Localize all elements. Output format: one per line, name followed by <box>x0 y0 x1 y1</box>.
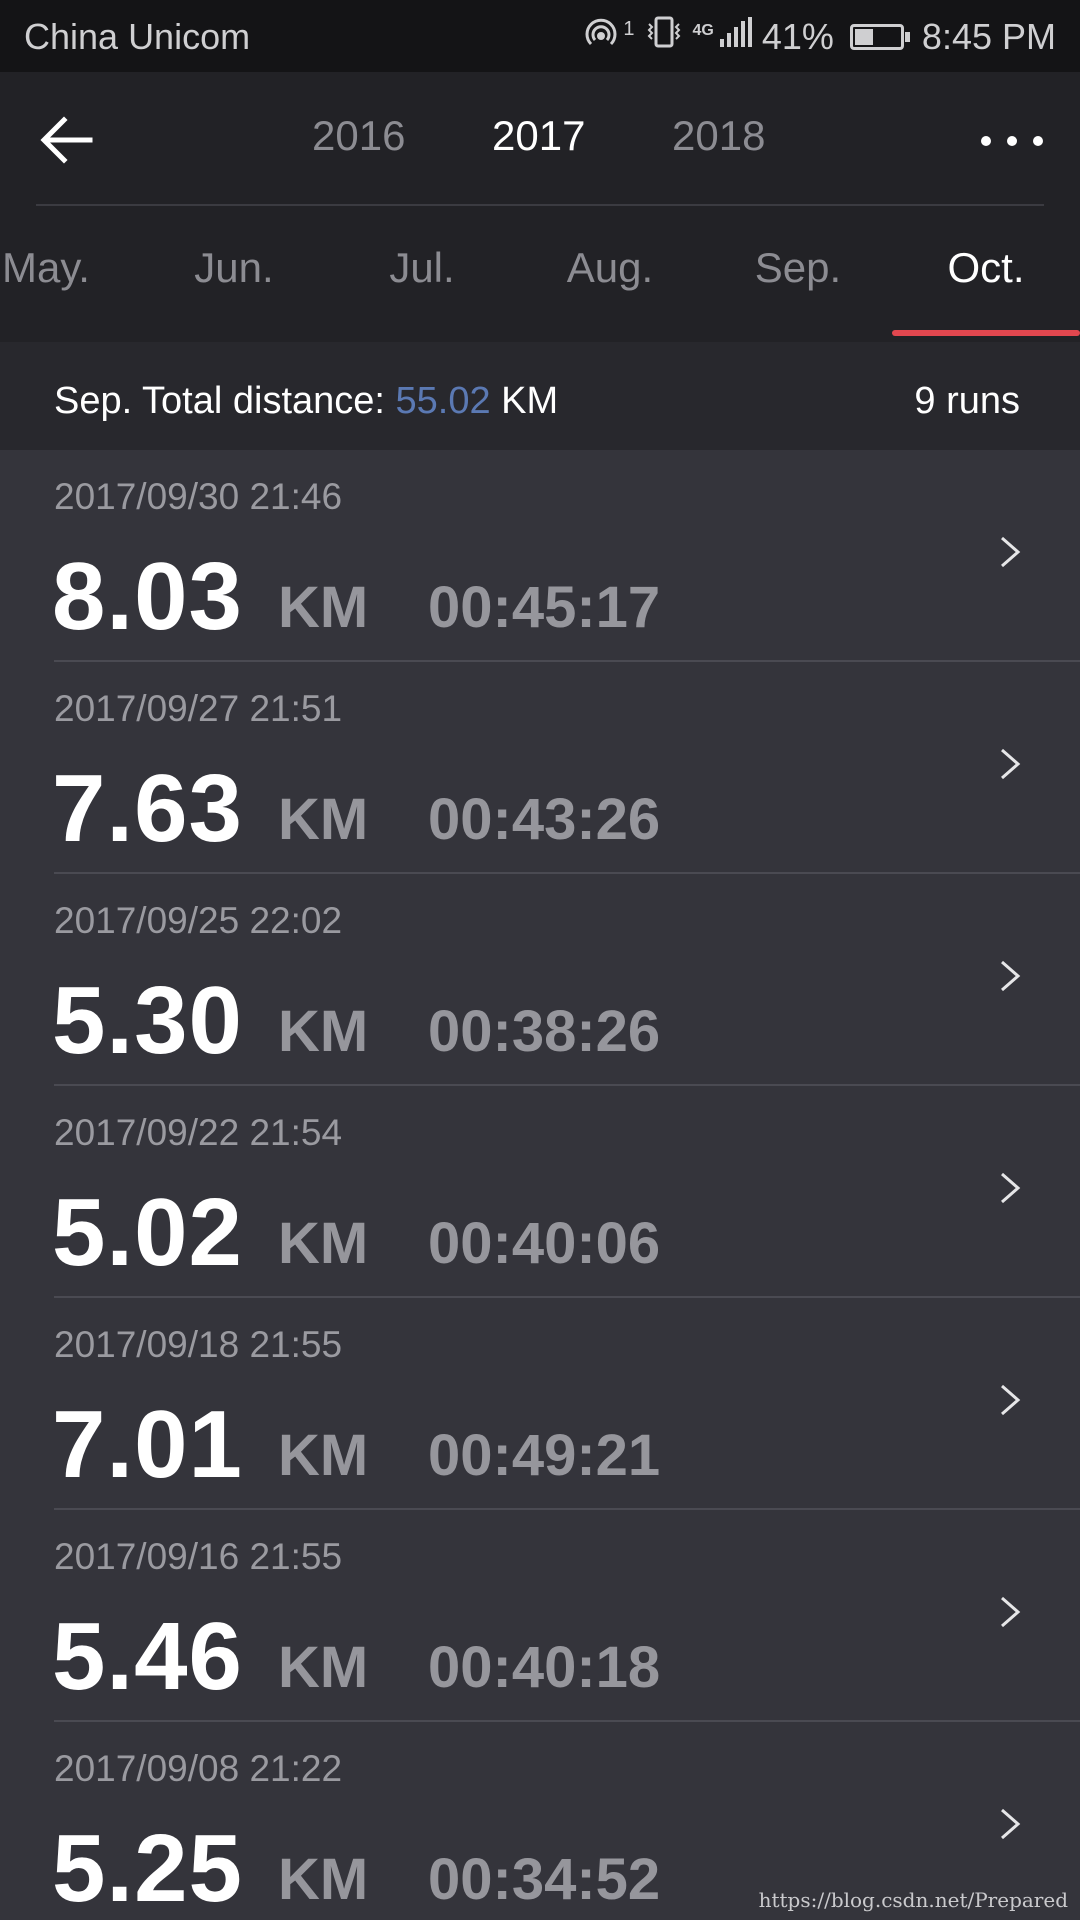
year-tab-2018[interactable]: 2018 <box>672 112 765 160</box>
run-list: 2017/09/30 21:46 8.03 KM 00:45:17 2017/0… <box>0 450 1080 1920</box>
more-options-button[interactable] <box>972 116 1052 166</box>
run-date: 2017/09/16 21:55 <box>54 1536 343 1577</box>
hotspot-badge: 1 <box>623 18 635 40</box>
run-date: 2017/09/27 21:51 <box>54 688 343 729</box>
battery-level <box>854 28 873 45</box>
watermark: https://blog.csdn.net/Prepared <box>758 1888 1068 1912</box>
month-tab-may[interactable]: May. <box>2 244 90 292</box>
run-distance-unit: KM <box>278 1635 369 1700</box>
total-distance-value: 55.02 <box>395 380 491 422</box>
run-distance: 5.02 <box>52 1179 243 1286</box>
run-item[interactable]: 2017/09/25 22:02 5.30 KM 00:38:26 <box>0 874 1080 1086</box>
run-item[interactable]: 2017/09/27 21:51 7.63 KM 00:43:26 <box>0 662 1080 874</box>
total-distance-label: Sep. Total distance: <box>54 380 396 422</box>
run-distance: 8.03 <box>52 543 243 650</box>
run-duration: 00:43:26 <box>428 787 661 852</box>
run-distance-unit: KM <box>278 999 369 1064</box>
signal-icon <box>718 15 752 58</box>
header-divider <box>36 204 1044 206</box>
run-duration: 00:49:21 <box>428 1423 661 1488</box>
run-distance-unit: KM <box>278 1423 369 1488</box>
run-duration: 00:40:06 <box>428 1211 661 1276</box>
chevron-right-icon <box>1001 1808 1021 1840</box>
total-distance-unit: KM <box>490 380 559 422</box>
run-item[interactable]: 2017/09/30 21:46 8.03 KM 00:45:17 <box>0 450 1080 662</box>
run-date: 2017/09/08 21:22 <box>54 1748 343 1789</box>
month-tab-jul[interactable]: Jul. <box>389 244 454 292</box>
run-date: 2017/09/18 21:55 <box>54 1324 343 1365</box>
more-dots-icon <box>981 136 1043 146</box>
chevron-right-icon <box>1001 536 1021 568</box>
month-tabs: May. Jun. Jul. Aug. Sep. Oct. <box>0 240 1080 342</box>
run-duration: 00:34:52 <box>428 1847 661 1912</box>
chevron-right-icon <box>1001 960 1021 992</box>
total-distance-summary: Sep. Total distance: 55.02 KM <box>54 380 558 423</box>
run-distance: 5.25 <box>52 1815 243 1920</box>
status-icons: 1 4G 41% 8:45 PM <box>583 14 1056 59</box>
run-date: 2017/09/22 21:54 <box>54 1112 343 1153</box>
run-distance: 5.46 <box>52 1603 243 1710</box>
run-distance-unit: KM <box>278 575 369 640</box>
run-item[interactable]: 2017/09/18 21:55 7.01 KM 00:49:21 <box>0 1298 1080 1510</box>
chevron-right-icon <box>1001 1384 1021 1416</box>
run-date: 2017/09/25 22:02 <box>54 900 343 941</box>
header: 2016 2017 2018 May. Jun. Jul. Aug. Sep. … <box>0 72 1080 342</box>
run-distance: 7.63 <box>52 755 243 862</box>
run-date: 2017/09/30 21:46 <box>54 476 343 517</box>
run-item[interactable]: 2017/09/22 21:54 5.02 KM 00:40:06 <box>0 1086 1080 1298</box>
run-count: 9 runs <box>914 380 1020 422</box>
month-summary: Sep. Total distance: 55.02 KM 9 runs <box>0 342 1080 450</box>
run-distance: 5.30 <box>52 967 243 1074</box>
chevron-right-icon <box>1001 748 1021 780</box>
month-tab-aug[interactable]: Aug. <box>567 244 653 292</box>
run-duration: 00:40:18 <box>428 1635 661 1700</box>
run-distance-unit: KM <box>278 1847 369 1912</box>
status-bar: China Unicom 1 4G 41% 8:45 PM <box>0 0 1080 72</box>
network-type-label: 4G <box>692 21 714 39</box>
chevron-right-icon <box>1001 1596 1021 1628</box>
chevron-right-icon <box>1001 1172 1021 1204</box>
month-tab-oct[interactable]: Oct. <box>947 244 1024 292</box>
run-distance-unit: KM <box>278 787 369 852</box>
year-tab-2017[interactable]: 2017 <box>492 112 585 160</box>
vibrate-icon <box>645 14 683 59</box>
year-selector: 2016 2017 2018 <box>0 112 1080 172</box>
month-tab-jun[interactable]: Jun. <box>194 244 273 292</box>
status-time: 8:45 PM <box>921 15 1056 57</box>
run-duration: 00:45:17 <box>428 575 661 640</box>
year-tab-2016[interactable]: 2016 <box>312 112 405 160</box>
run-distance-unit: KM <box>278 1211 369 1276</box>
run-distance: 7.01 <box>52 1391 243 1498</box>
battery-percent: 41% <box>761 15 834 57</box>
carrier-name: China Unicom <box>24 16 251 57</box>
hotspot-icon <box>583 14 623 59</box>
month-tab-sep[interactable]: Sep. <box>755 244 841 292</box>
battery-icon <box>849 23 910 50</box>
run-duration: 00:38:26 <box>428 999 661 1064</box>
selected-month-indicator <box>892 330 1080 336</box>
run-item[interactable]: 2017/09/16 21:55 5.46 KM 00:40:18 <box>0 1510 1080 1722</box>
